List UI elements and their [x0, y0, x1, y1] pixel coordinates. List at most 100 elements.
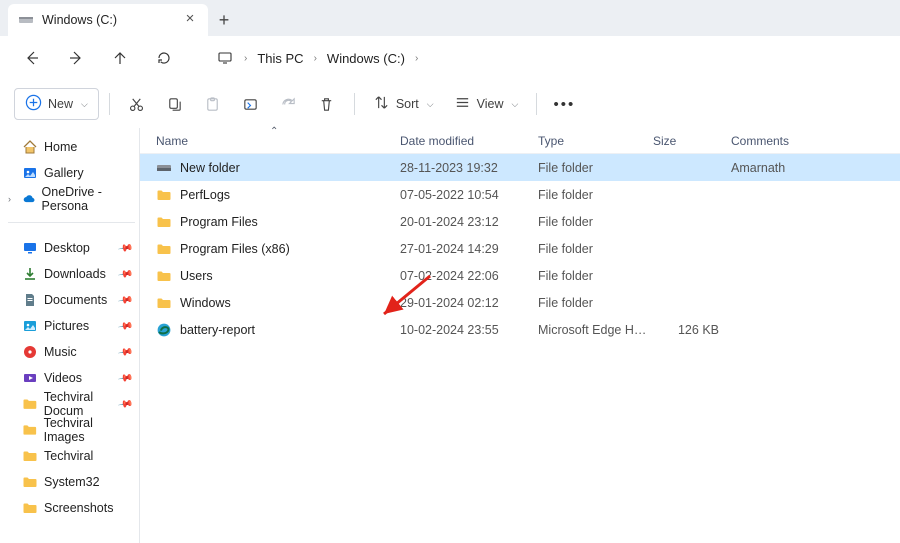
gallery-icon: [22, 165, 38, 181]
view-label: View: [477, 97, 504, 111]
table-row[interactable]: Users 07-02-2024 22:06File folder: [140, 262, 900, 289]
copy-button[interactable]: [158, 88, 192, 120]
sidebar-item[interactable]: Music 📌: [8, 339, 135, 365]
cloud-icon: [22, 191, 36, 207]
refresh-button[interactable]: [146, 40, 182, 76]
drive-icon: [18, 12, 34, 28]
cut-button[interactable]: [120, 88, 154, 120]
rename-button[interactable]: [234, 88, 268, 120]
sidebar-item-label: Screenshots: [44, 501, 113, 515]
file-name: battery-report: [180, 323, 255, 337]
view-icon: [454, 94, 471, 114]
sidebar-item[interactable]: System32: [8, 469, 135, 495]
sidebar-item-label: Videos: [44, 371, 82, 385]
pin-icon: 📌: [117, 240, 134, 256]
paste-button[interactable]: [196, 88, 230, 120]
sort-label: Sort: [396, 97, 419, 111]
chevron-right-icon: ›: [310, 53, 321, 64]
table-row[interactable]: battery-report 10-02-2024 23:55Microsoft …: [140, 316, 900, 343]
new-button[interactable]: New ⌵: [14, 88, 99, 120]
toolbar: New ⌵ Sort ⌵ View ⌵ •••: [0, 80, 900, 128]
file-date: 20-01-2024 23:12: [400, 215, 538, 229]
sidebar-item-label: Music: [44, 345, 77, 359]
col-size[interactable]: Size: [653, 134, 731, 148]
file-name: New folder: [180, 161, 240, 175]
file-date: 10-02-2024 23:55: [400, 323, 538, 337]
folder-icon: [22, 396, 38, 412]
file-pane: ⌃ Name Date modified Type Size Comments …: [140, 128, 900, 543]
divider: [109, 93, 110, 115]
chevron-down-icon: ⌵: [427, 99, 434, 110]
sidebar-item[interactable]: Pictures 📌: [8, 313, 135, 339]
folder-icon: [22, 474, 38, 490]
folder-icon: [156, 295, 172, 311]
sidebar-item[interactable]: Techviral Docum📌: [8, 391, 135, 417]
view-button[interactable]: View ⌵: [446, 88, 527, 120]
more-button[interactable]: •••: [547, 88, 581, 120]
file-name: Program Files: [180, 215, 258, 229]
breadcrumb-item[interactable]: This PC: [253, 47, 307, 70]
sidebar-item[interactable]: Desktop 📌: [8, 235, 135, 261]
file-name: PerfLogs: [180, 188, 230, 202]
sidebar-item-label: Downloads: [44, 267, 106, 281]
file-size: 126 KB: [653, 323, 731, 337]
file-type: File folder: [538, 296, 653, 310]
file-name: Program Files (x86): [180, 242, 290, 256]
divider: [536, 93, 537, 115]
pin-icon: 📌: [117, 370, 134, 386]
sort-button[interactable]: Sort ⌵: [365, 88, 442, 120]
col-date[interactable]: Date modified: [400, 134, 538, 148]
back-button[interactable]: [14, 40, 50, 76]
sidebar-item[interactable]: Home: [8, 134, 135, 160]
breadcrumb[interactable]: › This PC › Windows (C:) ›: [208, 40, 422, 76]
file-type: File folder: [538, 215, 653, 229]
sidebar-item-label: Gallery: [44, 166, 84, 180]
drive-icon: [156, 160, 172, 176]
sidebar-item[interactable]: Downloads📌: [8, 261, 135, 287]
table-row[interactable]: PerfLogs07-05-2022 10:54File folder: [140, 181, 900, 208]
sidebar-item[interactable]: Screenshots: [8, 495, 135, 521]
col-type[interactable]: Type: [538, 134, 653, 148]
column-headers[interactable]: ⌃ Name Date modified Type Size Comments: [140, 128, 900, 154]
pin-icon: 📌: [117, 344, 134, 360]
sidebar-item[interactable]: Gallery: [8, 160, 135, 186]
pin-icon: 📌: [117, 318, 134, 334]
sidebar-item-label: System32: [44, 475, 100, 489]
pc-icon[interactable]: [212, 40, 238, 76]
sidebar-item[interactable]: Documents📌: [8, 287, 135, 313]
tab-title: Windows (C:): [42, 13, 174, 27]
file-type: File folder: [538, 242, 653, 256]
file-date: 27-01-2024 14:29: [400, 242, 538, 256]
table-row[interactable]: Program Files 20-01-2024 23:12File folder: [140, 208, 900, 235]
chevron-down-icon: ⌵: [81, 99, 88, 110]
close-tab-icon[interactable]: ×: [182, 12, 198, 28]
new-label: New: [48, 97, 73, 111]
sort-indicator-icon: ⌃: [270, 126, 278, 137]
forward-button[interactable]: [58, 40, 94, 76]
share-button[interactable]: [272, 88, 306, 120]
sidebar-item[interactable]: Techviral: [8, 443, 135, 469]
chevron-right-icon[interactable]: ›: [8, 194, 11, 204]
breadcrumb-item[interactable]: Windows (C:): [323, 47, 409, 70]
up-button[interactable]: [102, 40, 138, 76]
sidebar-item[interactable]: Videos 📌: [8, 365, 135, 391]
file-date: 07-02-2024 22:06: [400, 269, 538, 283]
file-date: 07-05-2022 10:54: [400, 188, 538, 202]
file-type: File folder: [538, 269, 653, 283]
table-row[interactable]: Windows29-01-2024 02:12File folder: [140, 289, 900, 316]
delete-button[interactable]: [310, 88, 344, 120]
new-tab-button[interactable]: +: [208, 4, 240, 36]
file-type: Microsoft Edge HTM...: [538, 323, 653, 337]
sidebar-item[interactable]: Techviral Images: [8, 417, 135, 443]
col-comments[interactable]: Comments: [731, 134, 900, 148]
file-date: 28-11-2023 19:32: [400, 161, 538, 175]
sidebar-item[interactable]: ›OneDrive - Persona: [8, 186, 135, 212]
music-icon: [22, 344, 38, 360]
table-row[interactable]: New folder28-11-2023 19:32File folderAma…: [140, 154, 900, 181]
table-row[interactable]: Program Files (x86) 27-01-2024 14:29File …: [140, 235, 900, 262]
sidebar-item-label: Desktop: [44, 241, 90, 255]
file-name: Users: [180, 269, 213, 283]
tab-bar: Windows (C:) × +: [0, 0, 900, 36]
sidebar-item-label: Pictures: [44, 319, 89, 333]
window-tab[interactable]: Windows (C:) ×: [8, 4, 208, 36]
